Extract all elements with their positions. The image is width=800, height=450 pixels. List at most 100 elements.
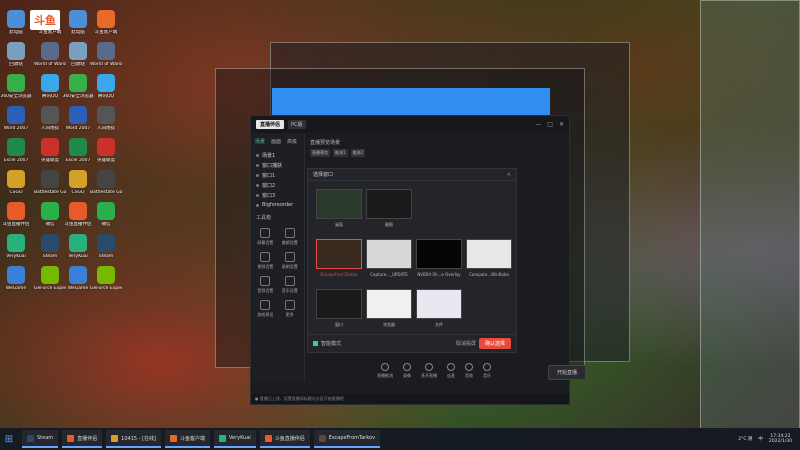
desktop-icon[interactable]: GeForce Experience bbox=[90, 266, 122, 291]
app-icon bbox=[97, 266, 115, 284]
desktop-icon[interactable]: 腾讯QQ bbox=[34, 74, 66, 99]
left-tab[interactable]: 场景 bbox=[255, 138, 265, 145]
cancel-button[interactable]: 取消投屏 bbox=[456, 340, 476, 347]
desktop-icon[interactable]: Battlestate Games bbox=[90, 170, 122, 195]
tool-button[interactable]: 视频设置 bbox=[254, 252, 277, 270]
desktop-icon[interactable]: 微信 bbox=[34, 202, 66, 227]
taskbar-item[interactable]: VeryKuai bbox=[213, 430, 256, 448]
desktop-icon-label: GeForce Experience bbox=[90, 286, 122, 291]
window-tile[interactable]: 文件 bbox=[416, 289, 462, 333]
window-tile[interactable]: Capture..._UPDATE bbox=[366, 239, 412, 283]
tool-icon bbox=[260, 300, 271, 310]
scene-item[interactable]: 窗口3 bbox=[251, 190, 304, 200]
desktop-icon[interactable]: Steam bbox=[90, 234, 122, 259]
bottom-tool-icon bbox=[403, 363, 411, 371]
desktop-icon[interactable]: 英雄联盟 bbox=[90, 138, 122, 163]
desktop-icon[interactable]: Word 2007 bbox=[0, 106, 32, 131]
app-icon bbox=[41, 74, 59, 92]
desktop-icon-label: 腾讯QQ bbox=[97, 94, 115, 99]
scene-item[interactable]: 窗口2 bbox=[251, 180, 304, 190]
desktop-icon[interactable]: 人间地狱 bbox=[34, 106, 66, 131]
tool-button[interactable]: 音乐设置 bbox=[279, 276, 302, 294]
tool-button[interactable]: 音频设置 bbox=[254, 276, 277, 294]
desktop-icon[interactable]: Battlestate Games bbox=[34, 170, 66, 195]
bottom-tool-button[interactable]: 连麦 bbox=[447, 363, 455, 379]
taskbar-item[interactable]: 斗鱼客户端 bbox=[164, 430, 210, 448]
ime-indicator[interactable]: 中 bbox=[758, 436, 763, 442]
desktop-icon[interactable]: WeGame bbox=[0, 266, 32, 291]
window-tile[interactable]: NVIDIA Sh...e Overlay bbox=[416, 239, 462, 283]
scene-item[interactable]: 窗口捕获 bbox=[251, 160, 304, 170]
scene-item[interactable]: 窗口1 bbox=[251, 170, 304, 180]
system-tray: 2°C 阴 中 17:34:22 2022/1/30 bbox=[738, 434, 800, 444]
start-live-button[interactable]: 开始直播 bbox=[548, 365, 587, 380]
desktop-icon[interactable]: Excel 2007 bbox=[0, 138, 32, 163]
desktop-icon[interactable]: 此电脑 bbox=[0, 10, 32, 35]
desktop-icon[interactable]: 斗鱼直播伴侣 bbox=[0, 202, 32, 227]
window-tile[interactable]: EscapeFromTarkov bbox=[316, 239, 362, 283]
window-tile[interactable]: Compute...WinRatio bbox=[466, 239, 512, 283]
tool-button[interactable]: 录制设置 bbox=[279, 252, 302, 270]
window-tile[interactable]: 浏览器 bbox=[366, 289, 412, 333]
left-tab[interactable]: 高级 bbox=[287, 138, 297, 145]
desktop-icon[interactable]: GeForce Experience bbox=[34, 266, 66, 291]
left-tab[interactable]: 画面 bbox=[271, 138, 281, 145]
window-capture-dialog: 选择窗口 ✕ 桌面 截图 EscapeFromTarkov Capture..._UP… bbox=[307, 168, 517, 353]
app-icon bbox=[97, 74, 115, 92]
desktop-icon[interactable]: CSGO bbox=[0, 170, 32, 195]
tool-button[interactable]: 美颜设置 bbox=[279, 228, 302, 246]
desktop-icon[interactable]: 腾讯QQ bbox=[90, 74, 122, 99]
bottom-tool-button[interactable]: 音乐 bbox=[483, 363, 491, 379]
taskbar: ⊞ Steam 直播伴侣 10415 - [在线] 斗鱼客户端 VeryKuai 斗鱼直播… bbox=[0, 428, 800, 450]
window-tile[interactable]: 截图 bbox=[366, 189, 412, 233]
bottom-tool-button[interactable]: 直播推流 bbox=[377, 363, 393, 379]
desktop-icon[interactable]: VeryKuai bbox=[0, 234, 32, 259]
app-icon bbox=[41, 42, 59, 60]
tool-button[interactable]: 屏幕设置 bbox=[254, 228, 277, 246]
start-icon[interactable]: ⊞ bbox=[0, 428, 18, 450]
desktop-icon[interactable]: 微信 bbox=[90, 202, 122, 227]
confirm-button[interactable]: 确认选择 bbox=[478, 338, 511, 349]
preview-tag[interactable]: 推流1 bbox=[333, 149, 348, 157]
window-tile[interactable]: 窗口 bbox=[316, 289, 362, 333]
preview-tag[interactable]: 推流2 bbox=[350, 149, 366, 157]
desktop-icon[interactable]: 回收站 bbox=[0, 42, 32, 67]
taskbar-item[interactable]: 直播伴侣 bbox=[62, 430, 103, 448]
desktop-icon[interactable]: World of Warships bbox=[34, 42, 66, 67]
app-icon bbox=[97, 10, 115, 28]
taskbar-item[interactable]: EscapeFromTarkov bbox=[313, 430, 381, 448]
desktop-icon[interactable]: World of Warships bbox=[90, 42, 122, 67]
smart-mode-checkbox[interactable] bbox=[313, 341, 318, 346]
minimize-icon[interactable]: — bbox=[535, 121, 541, 128]
bottom-tool-label: 录像 bbox=[403, 373, 411, 378]
taskbar-item[interactable]: Steam bbox=[22, 430, 59, 448]
app-icon bbox=[69, 74, 87, 92]
scene-label: 窗口3 bbox=[262, 192, 276, 199]
bottom-tool-button[interactable]: 多开直播 bbox=[421, 363, 437, 379]
tool-button[interactable]: 更多 bbox=[279, 300, 302, 318]
tool-button[interactable]: 游戏预设 bbox=[254, 300, 277, 318]
bottom-tool-button[interactable]: 录像 bbox=[403, 363, 411, 379]
app-icon bbox=[41, 106, 59, 124]
desktop-icon[interactable]: Steam bbox=[34, 234, 66, 259]
taskbar-item[interactable]: 10415 - [在线] bbox=[106, 430, 161, 448]
dialog-close-icon[interactable]: ✕ bbox=[507, 172, 511, 178]
taskbar-app-icon bbox=[111, 434, 119, 442]
window-tile[interactable]: 桌面 bbox=[316, 189, 362, 233]
desktop-icon[interactable]: 英雄联盟 bbox=[34, 138, 66, 163]
tool-icon bbox=[284, 228, 295, 238]
preview-tag[interactable]: 直播预览 bbox=[310, 149, 330, 157]
maximize-icon[interactable]: □ bbox=[547, 121, 553, 128]
desktop-icon[interactable]: 人间地狱 bbox=[90, 106, 122, 131]
scene-item[interactable]: 场景1 bbox=[251, 150, 304, 160]
taskbar-app-icon bbox=[169, 434, 177, 442]
clock[interactable]: 17:34:22 2022/1/30 bbox=[769, 434, 792, 444]
close-icon[interactable]: ✕ bbox=[559, 121, 564, 128]
ad-banner bbox=[272, 88, 550, 116]
taskbar-item[interactable]: 斗鱼直播伴侣 bbox=[259, 430, 310, 448]
desktop-icon-label: 斗鱼直播伴侣 bbox=[2, 222, 30, 227]
scene-item[interactable]: Bigforeorder bbox=[251, 200, 304, 210]
bottom-tool-button[interactable]: 音效 bbox=[465, 363, 473, 379]
desktop-icon[interactable]: 斗鱼客户端 bbox=[90, 10, 122, 35]
desktop-icon[interactable]: 360安全浏览器 bbox=[0, 74, 32, 99]
